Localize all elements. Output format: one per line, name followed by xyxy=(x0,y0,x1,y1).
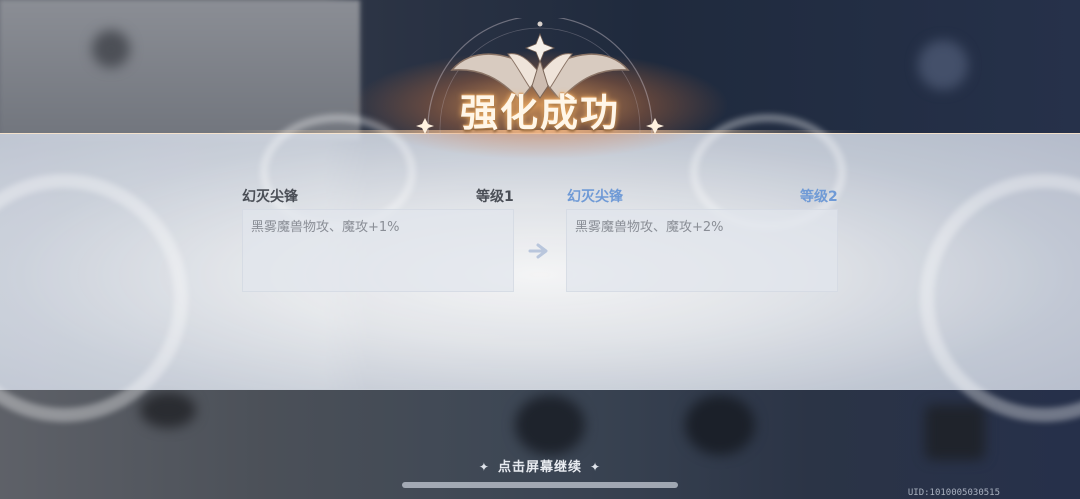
background-item xyxy=(685,395,755,455)
result-banner xyxy=(0,114,1080,422)
home-indicator-bar[interactable] xyxy=(402,482,678,488)
after-effect-text: 黑雾魔兽物攻、魔攻+2% xyxy=(575,220,724,235)
right-arrow-icon xyxy=(528,243,548,259)
decorative-swirl xyxy=(0,174,188,422)
continue-prompt[interactable]: ✦ 点击屏幕继续 ✦ xyxy=(0,456,1080,475)
uid-label: UID:1010005030515 xyxy=(907,488,1000,498)
sparkle-icon: ✦ xyxy=(478,460,490,474)
after-item-level: 等级2 xyxy=(800,189,838,205)
decorative-swirl xyxy=(920,174,1080,422)
background-item xyxy=(925,405,985,460)
sparkle-icon: ✦ xyxy=(590,460,602,474)
before-effect-text: 黑雾魔兽物攻、魔攻+1% xyxy=(251,220,400,235)
before-item-name: 幻灭尖锋 xyxy=(242,189,298,205)
upgrade-result-screen[interactable]: 强化成功 幻灭尖锋 等级1 黑雾魔兽物攻、魔攻+1% 幻灭尖锋 等级2 黑雾魔兽… xyxy=(0,0,1080,499)
page-title: 强化成功 xyxy=(459,91,620,135)
after-effect-card: 黑雾魔兽物攻、魔攻+2% xyxy=(566,209,838,292)
background-item xyxy=(515,395,585,455)
before-effect-card: 黑雾魔兽物攻、魔攻+1% xyxy=(242,209,514,292)
after-item-name: 幻灭尖锋 xyxy=(567,189,623,205)
continue-label: 点击屏幕继续 xyxy=(497,460,582,475)
background-avatar xyxy=(92,30,130,68)
before-item-level: 等级1 xyxy=(476,189,514,205)
background-item xyxy=(140,392,196,428)
